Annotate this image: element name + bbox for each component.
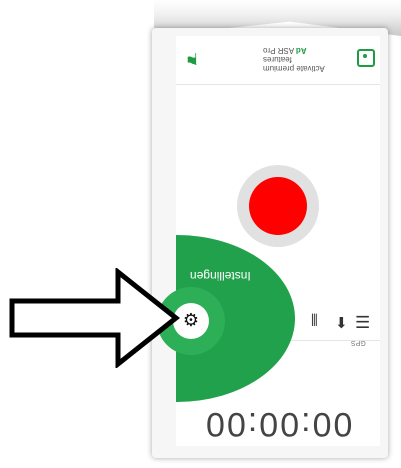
- settings-label[interactable]: Instellingen: [190, 269, 251, 283]
- translate-icon[interactable]: ⚑: [183, 48, 201, 66]
- recording-timer: 00:00:00: [203, 405, 353, 443]
- gear-icon[interactable]: ⚙: [181, 310, 201, 330]
- premium-icon[interactable]: [357, 49, 375, 67]
- microphone-icon[interactable]: ⬆: [335, 313, 348, 331]
- premium-ad-label: Ad: [295, 46, 307, 55]
- premium-pro-label: ASR Pro: [263, 46, 295, 55]
- premium-banner[interactable]: Activate premium features Ad ASR Pro: [263, 46, 353, 73]
- record-button[interactable]: [249, 177, 307, 235]
- waveform-icon[interactable]: ⫴: [311, 313, 318, 331]
- premium-title: Activate premium features: [263, 55, 325, 73]
- menu-icon[interactable]: ☰: [355, 313, 370, 333]
- header-divider: [176, 84, 380, 85]
- pointer-arrow-icon: [9, 268, 180, 368]
